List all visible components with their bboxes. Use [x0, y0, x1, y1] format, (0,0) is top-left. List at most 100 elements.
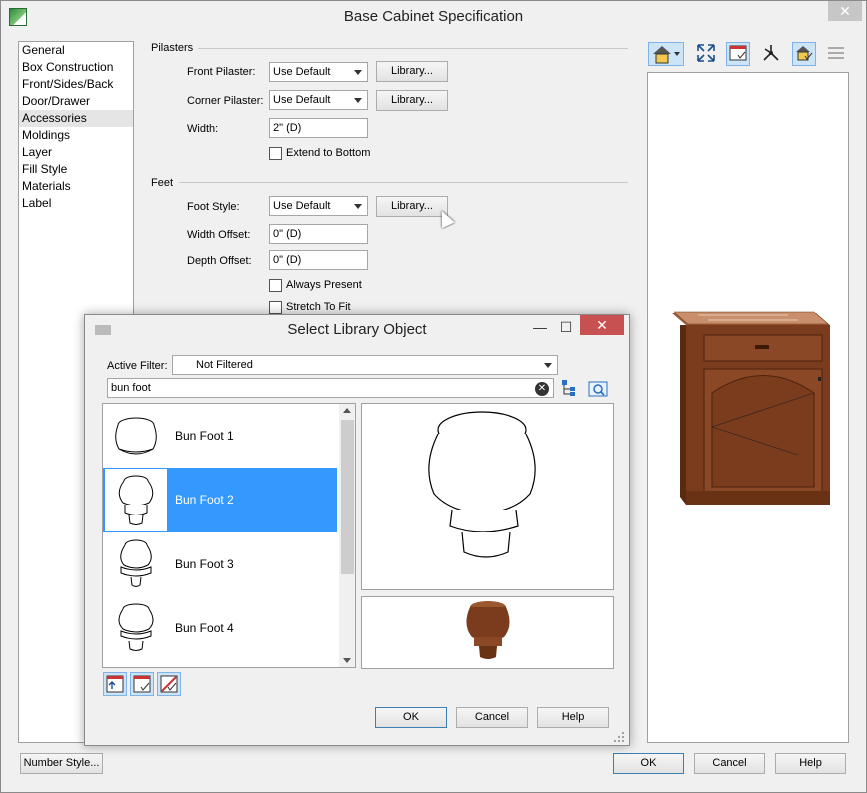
transform-arrows-icon: [763, 45, 779, 61]
bun-foot-line-drawing: [428, 411, 536, 558]
bun-foot-2-label: Bun Foot 2: [175, 493, 234, 507]
help-button[interactable]: Help: [775, 753, 846, 774]
search-input[interactable]: bun foot: [107, 378, 554, 398]
house-check-icon: [796, 46, 813, 61]
search-icon: [588, 381, 608, 397]
number-style-button[interactable]: Number Style...: [20, 753, 103, 774]
corner-pilaster-label: Corner Pilaster:: [187, 95, 264, 107]
corner-pilaster-select[interactable]: Use Default: [269, 90, 368, 110]
pilaster-width-input[interactable]: 2" (D): [269, 118, 368, 138]
front-pilaster-value: Use Default: [273, 66, 331, 78]
library-ok-button[interactable]: OK: [375, 707, 447, 728]
front-pilaster-library-button[interactable]: Library...: [376, 61, 448, 82]
window-title: Base Cabinet Specification: [343, 8, 524, 25]
category-accessories[interactable]: Accessories: [19, 110, 133, 127]
resize-grip-icon[interactable]: [613, 731, 625, 743]
search-library-button[interactable]: [587, 378, 609, 400]
foot-style-label: Foot Style:: [187, 201, 240, 213]
list-item[interactable]: Bun Foot 2: [103, 468, 337, 532]
title-bar: Base Cabinet Specification ✕: [1, 1, 866, 32]
category-moldings[interactable]: Moldings: [19, 127, 133, 144]
library-results-list: Bun Foot 1 Bun Foot 2 Bun Foot 3 Bun Foo…: [102, 403, 356, 668]
window-close-button[interactable]: ✕: [828, 1, 862, 21]
bun-foot-1-label: Bun Foot 1: [175, 429, 234, 443]
category-fill-style[interactable]: Fill Style: [19, 161, 133, 178]
cancel-button[interactable]: Cancel: [694, 753, 765, 774]
front-pilaster-label: Front Pilaster:: [187, 66, 256, 78]
library-help-button[interactable]: Help: [537, 707, 609, 728]
depth-offset-input[interactable]: 0" (D): [269, 250, 368, 270]
maximize-button[interactable]: ☐: [553, 317, 579, 337]
stretch-to-fit-label: Stretch To Fit: [286, 301, 351, 313]
tree-filter-icon: [562, 380, 575, 396]
pilasters-heading: Pilasters: [151, 42, 194, 54]
object-info-button[interactable]: [792, 42, 816, 66]
chevron-down-icon: [354, 204, 362, 209]
expand-icon: [697, 44, 715, 62]
width-offset-label: Width Offset:: [187, 229, 251, 241]
category-door-drawer[interactable]: Door/Drawer: [19, 93, 133, 110]
chevron-down-icon: [544, 363, 552, 368]
minimize-button[interactable]: —: [527, 317, 553, 337]
fill-window-button[interactable]: [694, 42, 718, 66]
layer-up-icon: [106, 675, 124, 693]
bun-foot-3-label: Bun Foot 3: [175, 557, 234, 571]
category-layer[interactable]: Layer: [19, 144, 133, 161]
bun-foot-2-thumbnail: [105, 469, 167, 531]
library-cancel-button[interactable]: Cancel: [456, 707, 528, 728]
scroll-down-icon[interactable]: [343, 658, 351, 663]
always-present-label: Always Present: [286, 279, 362, 291]
category-box-construction[interactable]: Box Construction: [19, 59, 133, 76]
always-present-checkbox[interactable]: [269, 279, 282, 292]
display-settings-button[interactable]: [130, 672, 154, 696]
dialog-close-button[interactable]: ✕: [580, 315, 624, 335]
foot-style-value: Use Default: [273, 200, 331, 212]
foot-style-select[interactable]: Use Default: [269, 196, 368, 216]
layer-display-icon: [133, 675, 151, 693]
rendered-preview-panel: [361, 596, 614, 669]
scroll-up-icon[interactable]: [343, 408, 351, 413]
list-item[interactable]: Bun Foot 4: [103, 596, 337, 660]
corner-pilaster-library-button[interactable]: Library...: [376, 90, 448, 111]
stretch-to-fit-checkbox[interactable]: [269, 301, 282, 314]
pilasters-divider: [198, 48, 628, 49]
plan-view-button[interactable]: [824, 42, 848, 66]
base-cabinet-render: [672, 311, 830, 505]
ok-button[interactable]: OK: [613, 753, 684, 774]
category-general[interactable]: General: [19, 42, 133, 59]
preview-toolbar: [648, 42, 848, 68]
material-settings-button[interactable]: [157, 672, 181, 696]
scroll-thumb[interactable]: [341, 420, 354, 574]
active-filter-select[interactable]: Not Filtered: [172, 355, 558, 375]
line-preview-panel: [361, 403, 614, 590]
bun-foot-3-thumbnail: [105, 533, 167, 595]
category-materials[interactable]: Materials: [19, 178, 133, 195]
display-options-button[interactable]: [726, 42, 750, 66]
list-item[interactable]: Bun Foot 3: [103, 532, 337, 596]
list-item[interactable]: Bun Foot 1: [103, 404, 337, 468]
extend-to-bottom-label: Extend to Bottom: [286, 147, 371, 159]
chevron-down-icon: [354, 98, 362, 103]
chevron-down-icon: [354, 70, 362, 75]
bun-foot-render: [466, 601, 510, 659]
active-filter-value: Not Filtered: [196, 359, 253, 371]
active-filter-label: Active Filter:: [107, 360, 168, 372]
select-library-object-dialog: Select Library Object — ☐ ✕ Active Filte…: [84, 314, 630, 746]
view-options-button[interactable]: [103, 672, 127, 696]
filter-tree-button[interactable]: [560, 378, 580, 400]
width-offset-input[interactable]: 0" (D): [269, 224, 368, 244]
material-slash-icon: [160, 675, 178, 693]
extend-to-bottom-checkbox[interactable]: [269, 147, 282, 160]
list-scrollbar[interactable]: [339, 404, 355, 667]
transform-button[interactable]: [759, 42, 783, 66]
camera-view-button[interactable]: [648, 42, 684, 66]
clear-search-icon[interactable]: ✕: [535, 382, 549, 396]
front-pilaster-select[interactable]: Use Default: [269, 62, 368, 82]
category-front-sides-back[interactable]: Front/Sides/Back: [19, 76, 133, 93]
pilaster-width-label: Width:: [187, 123, 219, 135]
category-label[interactable]: Label: [19, 195, 133, 212]
depth-offset-label: Depth Offset:: [187, 255, 252, 267]
bun-foot-1-thumbnail: [105, 405, 167, 467]
cabinet-preview-panel: [647, 72, 849, 743]
feet-divider: [179, 182, 628, 183]
